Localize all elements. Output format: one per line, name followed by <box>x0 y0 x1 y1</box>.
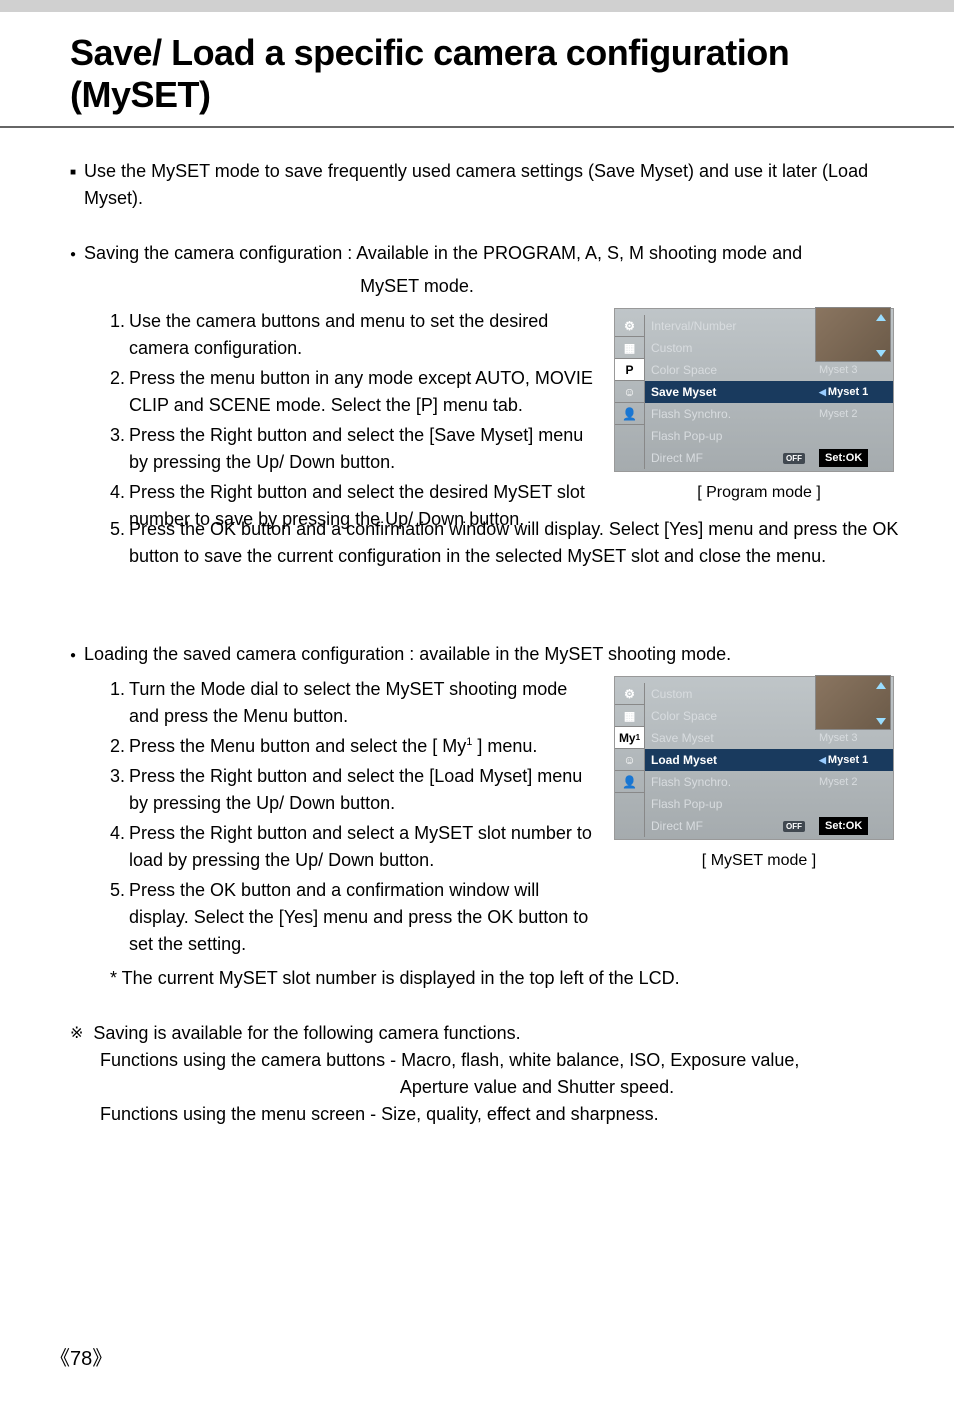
menu-row[interactable]: Save MysetMyset 3 <box>645 727 893 749</box>
load-step-5: 5.Press the OK button and a confirmation… <box>110 877 599 958</box>
menu-tab-sliders[interactable]: ⚙ <box>615 315 644 337</box>
loading-note: * The current MySET slot number is displ… <box>110 965 904 992</box>
save-step-5: 5.Press the OK button and a confirmation… <box>110 516 904 570</box>
saving-extra-section: Saving is available for the following ca… <box>70 1020 904 1047</box>
saving-extra-line1b: Aperture value and Shutter speed. <box>170 1074 904 1101</box>
menu-row[interactable]: Flash Pop-up <box>645 425 893 447</box>
person-icon: 👤 <box>622 775 637 789</box>
set-ok-button[interactable]: Set:OK <box>819 449 868 467</box>
page-number: 《78》 <box>50 1342 112 1371</box>
menu-row[interactable]: Custom <box>645 683 893 705</box>
grid-icon: ▦ <box>624 341 635 355</box>
load-step-2: 2.Press the Menu button and select the [… <box>110 733 599 760</box>
page-title: Save/ Load a specific camera configurati… <box>70 32 924 116</box>
saving-heading: Saving the camera configuration : Availa… <box>84 243 802 263</box>
saving-section: Saving the camera configuration : Availa… <box>70 240 904 267</box>
menu-row[interactable]: Flash Pop-up <box>645 793 893 815</box>
menu-tab-p[interactable]: P <box>615 359 644 381</box>
menu-row[interactable]: Color SpaceMyset 3 <box>645 359 893 381</box>
menu-row-selected[interactable]: Load Myset◀Myset 1 <box>645 749 893 771</box>
left-arrow-icon: ◀ <box>819 387 826 398</box>
menu-tab-my1[interactable]: My1 <box>615 727 644 749</box>
save-step-2: 2.Press the menu button in any mode exce… <box>110 365 599 419</box>
program-mode-menu: ⚙ ▦ P ☺ 👤 Interval/Number Custom Color S… <box>614 308 894 472</box>
saving-extra-heading: Saving is available for the following ca… <box>93 1020 520 1047</box>
myset-mode-menu: ⚙ ▦ My1 ☺ 👤 Custom Color Space Save Myse… <box>614 676 894 840</box>
menu-row[interactable]: Direct MFOFFSet:OK <box>645 447 893 469</box>
left-arrow-icon: ◀ <box>819 755 826 766</box>
menu-row-selected[interactable]: Save Myset◀Myset 1 <box>645 381 893 403</box>
menu-row[interactable]: Interval/Number <box>645 315 893 337</box>
menu-row[interactable]: Flash Synchro.Myset 2 <box>645 403 893 425</box>
person-icon: 👤 <box>622 407 637 421</box>
save-step-3: 3.Press the Right button and select the … <box>110 422 599 476</box>
menu-row[interactable]: Flash Synchro.Myset 2 <box>645 771 893 793</box>
menu-tab-person[interactable]: 👤 <box>615 403 644 425</box>
sliders-icon: ⚙ <box>624 687 635 701</box>
loading-heading: Loading the saved camera configuration :… <box>84 641 731 668</box>
menu-row[interactable]: Direct MFOFFSet:OK <box>645 815 893 837</box>
load-step-4: 4.Press the Right button and select a My… <box>110 820 599 874</box>
set-ok-button[interactable]: Set:OK <box>819 817 868 835</box>
menu-tab-portrait[interactable]: ☺ <box>615 749 644 771</box>
portrait-icon: ☺ <box>623 385 635 399</box>
menu-tab-sliders[interactable]: ⚙ <box>615 683 644 705</box>
menu-row[interactable]: Custom <box>645 337 893 359</box>
grid-icon: ▦ <box>624 709 635 723</box>
off-badge: OFF <box>783 821 805 832</box>
saving-heading-line2: MySET mode. <box>0 273 904 300</box>
intro-text: Use the MySET mode to save frequently us… <box>84 158 904 212</box>
menu-tab-grid[interactable]: ▦ <box>615 337 644 359</box>
saving-extra-line2: Functions using the menu screen - Size, … <box>100 1101 904 1128</box>
loading-section: Loading the saved camera configuration :… <box>70 641 904 668</box>
menu1-caption: [ Program mode ] <box>614 484 904 502</box>
menu-row[interactable]: Color Space <box>645 705 893 727</box>
off-badge: OFF <box>783 453 805 464</box>
saving-extra-line1: Functions using the camera buttons - Mac… <box>100 1047 904 1074</box>
menu-tab-portrait[interactable]: ☺ <box>615 381 644 403</box>
save-step-1: 1.Use the camera buttons and menu to set… <box>110 308 599 362</box>
intro-bullet: Use the MySET mode to save frequently us… <box>70 158 904 212</box>
sliders-icon: ⚙ <box>624 319 635 333</box>
load-step-1: 1.Turn the Mode dial to select the MySET… <box>110 676 599 730</box>
menu2-caption: [ MySET mode ] <box>614 852 904 870</box>
portrait-icon: ☺ <box>623 753 635 767</box>
my1-icon: My1 <box>442 736 472 756</box>
load-step-3: 3.Press the Right button and select the … <box>110 763 599 817</box>
menu-tab-person[interactable]: 👤 <box>615 771 644 793</box>
menu-tab-grid[interactable]: ▦ <box>615 705 644 727</box>
